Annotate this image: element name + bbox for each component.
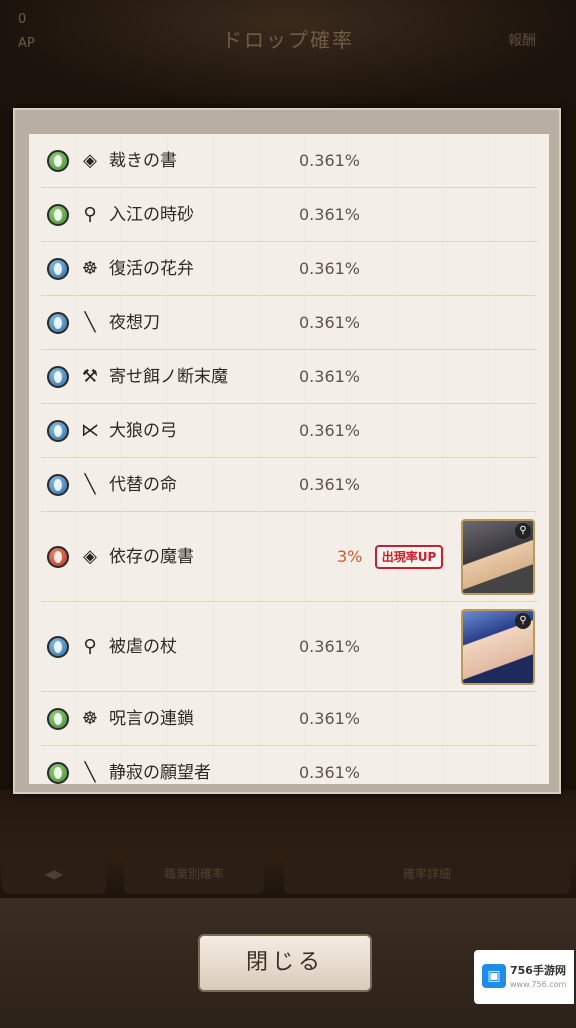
bow-icon: ⋉ bbox=[81, 420, 99, 441]
drop-rate: 0.361% bbox=[299, 475, 361, 494]
item-name: 呪言の連鎖 bbox=[109, 709, 194, 729]
rarity-red-icon bbox=[47, 546, 69, 568]
item-name: 大狼の弓 bbox=[109, 421, 177, 441]
staff-icon: ⚲ bbox=[83, 636, 97, 657]
arrow-left-icon: ◀▶ bbox=[44, 867, 64, 881]
item-name: 代替の命 bbox=[109, 475, 177, 495]
close-button[interactable]: 閉じる bbox=[198, 934, 372, 992]
staff-icon: ⚲ bbox=[83, 204, 97, 225]
rarity-blue-icon bbox=[47, 312, 69, 334]
magnifier-icon[interactable]: ⚲ bbox=[515, 523, 531, 539]
sword-icon: ╲ bbox=[84, 312, 96, 333]
magnifier-icon[interactable]: ⚲ bbox=[515, 613, 531, 629]
drop-rate: 0.361% bbox=[299, 259, 361, 278]
orb-icon: ☸ bbox=[81, 258, 99, 279]
book-icon: ◈ bbox=[83, 150, 97, 171]
book-icon: ◈ bbox=[83, 546, 97, 567]
background-title: ドロップ確率 bbox=[222, 28, 354, 52]
rarity-green-icon bbox=[47, 762, 69, 784]
character-portrait[interactable]: ⚲ bbox=[461, 609, 535, 685]
list-item[interactable]: ╲ 夜想刀 0.361% bbox=[41, 296, 537, 350]
rarity-green-icon bbox=[47, 150, 69, 172]
rarity-blue-icon bbox=[47, 366, 69, 388]
rarity-green-icon bbox=[47, 708, 69, 730]
bg-tab-jobs: 職業別確率 bbox=[124, 854, 264, 894]
rarity-blue-icon bbox=[47, 474, 69, 496]
watermark-text: 756手游网 bbox=[510, 964, 566, 977]
drop-rate: 0.361% bbox=[299, 421, 361, 440]
item-name: 寄せ餌ノ断末魔 bbox=[109, 367, 228, 387]
watermark-logo-icon: ▣ bbox=[482, 964, 506, 988]
drop-rate: 0.361% bbox=[299, 151, 361, 170]
list-item[interactable]: ╲ 静寂の願望者 0.361% bbox=[41, 746, 537, 784]
orb-icon: ☸ bbox=[81, 708, 99, 729]
background-reward-label: 報酬 bbox=[508, 33, 536, 49]
item-name: 被虐の杖 bbox=[109, 637, 177, 657]
list-item[interactable]: ╲ 代替の命 0.361% bbox=[41, 458, 537, 512]
rarity-green-icon bbox=[47, 204, 69, 226]
list-item[interactable]: ◈ 裁きの書 0.361% bbox=[41, 134, 537, 188]
status-line: AP bbox=[18, 36, 35, 51]
drop-rate: 0.361% bbox=[299, 313, 361, 332]
rate-up-badge: 出現率UP bbox=[375, 545, 443, 569]
item-name: 復活の花弁 bbox=[109, 259, 194, 279]
list-item[interactable]: ☸ 呪言の連鎖 0.361% bbox=[41, 692, 537, 746]
list-item[interactable]: ⋉ 大狼の弓 0.361% bbox=[41, 404, 537, 458]
list-item[interactable]: ◈ 依存の魔書 3% 出現率UP ⚲ bbox=[41, 512, 537, 602]
watermark: ▣ 756手游网 www.756.com bbox=[474, 950, 574, 1004]
background-status: 0 AP bbox=[18, 8, 35, 56]
bg-tab-detail: 確率詳細 bbox=[284, 854, 570, 894]
spear-icon: ╲ bbox=[84, 474, 96, 495]
drop-rate: 0.361% bbox=[299, 763, 361, 782]
item-name: 裁きの書 bbox=[109, 151, 177, 171]
list-item[interactable]: ⚒ 寄せ餌ノ断末魔 0.361% bbox=[41, 350, 537, 404]
rarity-blue-icon bbox=[47, 258, 69, 280]
drop-rate-list[interactable]: ◈ 裁きの書 0.361% ⚲ 入江の時砂 0.361% ☸ 復活の花弁 0.361% ╲ 夜想刀 0… bbox=[29, 134, 549, 784]
status-line: 0 bbox=[18, 12, 27, 27]
back-arrow-tab: ◀▶ bbox=[2, 854, 106, 894]
hammer-icon: ⚒ bbox=[81, 366, 99, 387]
drop-rate: 0.361% bbox=[299, 205, 361, 224]
sword-icon: ╲ bbox=[84, 762, 96, 783]
rarity-blue-icon bbox=[47, 636, 69, 658]
list-item[interactable]: ☸ 復活の花弁 0.361% bbox=[41, 242, 537, 296]
drop-rate: 0.361% bbox=[299, 367, 361, 386]
drop-rate: 0.361% bbox=[299, 637, 361, 656]
item-name: 夜想刀 bbox=[109, 313, 160, 333]
item-name: 入江の時砂 bbox=[109, 205, 194, 225]
drop-rate: 0.361% bbox=[299, 709, 361, 728]
list-item[interactable]: ⚲ 入江の時砂 0.361% bbox=[41, 188, 537, 242]
item-name: 静寂の願望者 bbox=[109, 763, 211, 783]
rarity-blue-icon bbox=[47, 420, 69, 442]
drop-rate-modal: ◈ 裁きの書 0.361% ⚲ 入江の時砂 0.361% ☸ 復活の花弁 0.361% ╲ 夜想刀 0… bbox=[13, 108, 561, 794]
character-portrait[interactable]: ⚲ bbox=[461, 519, 535, 595]
list-item[interactable]: ⚲ 被虐の杖 0.361% ⚲ bbox=[41, 602, 537, 692]
background-tabs: ◀▶ 職業別確率 確率詳細 bbox=[0, 854, 576, 898]
item-name: 依存の魔書 bbox=[109, 547, 194, 567]
watermark-subtext: www.756.com bbox=[510, 980, 567, 989]
